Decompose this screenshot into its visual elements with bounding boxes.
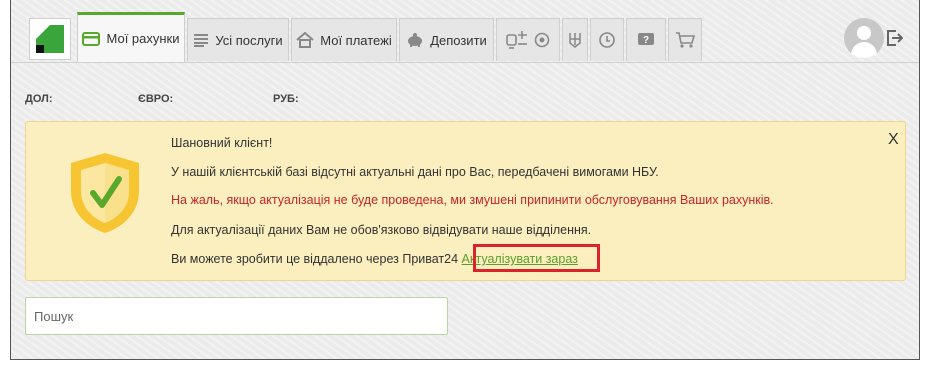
tab-help[interactable]: ? [626, 18, 666, 61]
train-plane-icon [506, 30, 528, 50]
tab-shop[interactable] [668, 18, 702, 61]
tab-all-services[interactable]: Усі послуги [187, 18, 289, 61]
tab-my-accounts[interactable]: Мої рахунки [77, 12, 185, 62]
tab-label: Мої платежі [320, 32, 392, 48]
tab-label: Депозити [430, 32, 487, 48]
tab-deposits[interactable]: Депозити [399, 18, 494, 61]
list-icon [193, 33, 209, 47]
alert-line-4-text: Ви можете зробити це віддалено через При… [171, 252, 459, 266]
tab-label: Мої рахунки [106, 31, 180, 46]
svg-text:?: ? [643, 35, 649, 46]
cart-icon [675, 31, 695, 49]
update-data-alert: X Шановний клієнт! У нашій клієнтській б… [25, 121, 906, 281]
tab-government[interactable] [562, 18, 588, 61]
search-input[interactable] [25, 297, 448, 335]
tab-label: Усі послуги [215, 32, 283, 48]
alert-greeting: Шановний клієнт! [171, 136, 273, 150]
user-avatar[interactable] [844, 18, 884, 58]
tab-my-payments[interactable]: Мої платежі [291, 18, 397, 61]
highlight-box [473, 244, 600, 272]
usd-rate-label: ДОЛ: [25, 93, 53, 105]
trident-icon [569, 32, 581, 48]
privatbank-logo[interactable] [29, 18, 71, 60]
rub-rate-label: РУБ: [273, 93, 299, 105]
house-icon [296, 32, 314, 48]
tab-history[interactable] [590, 18, 624, 61]
logout-icon[interactable] [887, 30, 904, 46]
close-alert-button[interactable]: X [888, 131, 899, 149]
alert-line-3: Для актуалізації даних Вам не обов'язков… [171, 223, 592, 237]
eur-rate-label: ЄВРО: [138, 93, 174, 105]
app-window: Мої рахунки Усі послуги Мої платежі Депо… [10, 0, 920, 360]
history-icon [598, 31, 616, 49]
logo-square [36, 45, 44, 53]
card-icon [82, 31, 101, 46]
avatar-head [857, 26, 871, 40]
help-icon: ? [637, 32, 655, 48]
top-navigation: Мої рахунки Усі послуги Мої платежі Депо… [11, 0, 919, 63]
shield-check-icon [69, 151, 141, 240]
avatar-body [851, 42, 877, 58]
ball-icon [534, 32, 550, 48]
alert-line-1: У нашій клієнтській базі відсутні актуал… [171, 165, 659, 179]
piggy-bank-icon [406, 32, 424, 48]
alert-warning-line: На жаль, якщо актуалізація не буде прове… [171, 193, 774, 207]
tab-transport-sport[interactable] [496, 18, 560, 61]
